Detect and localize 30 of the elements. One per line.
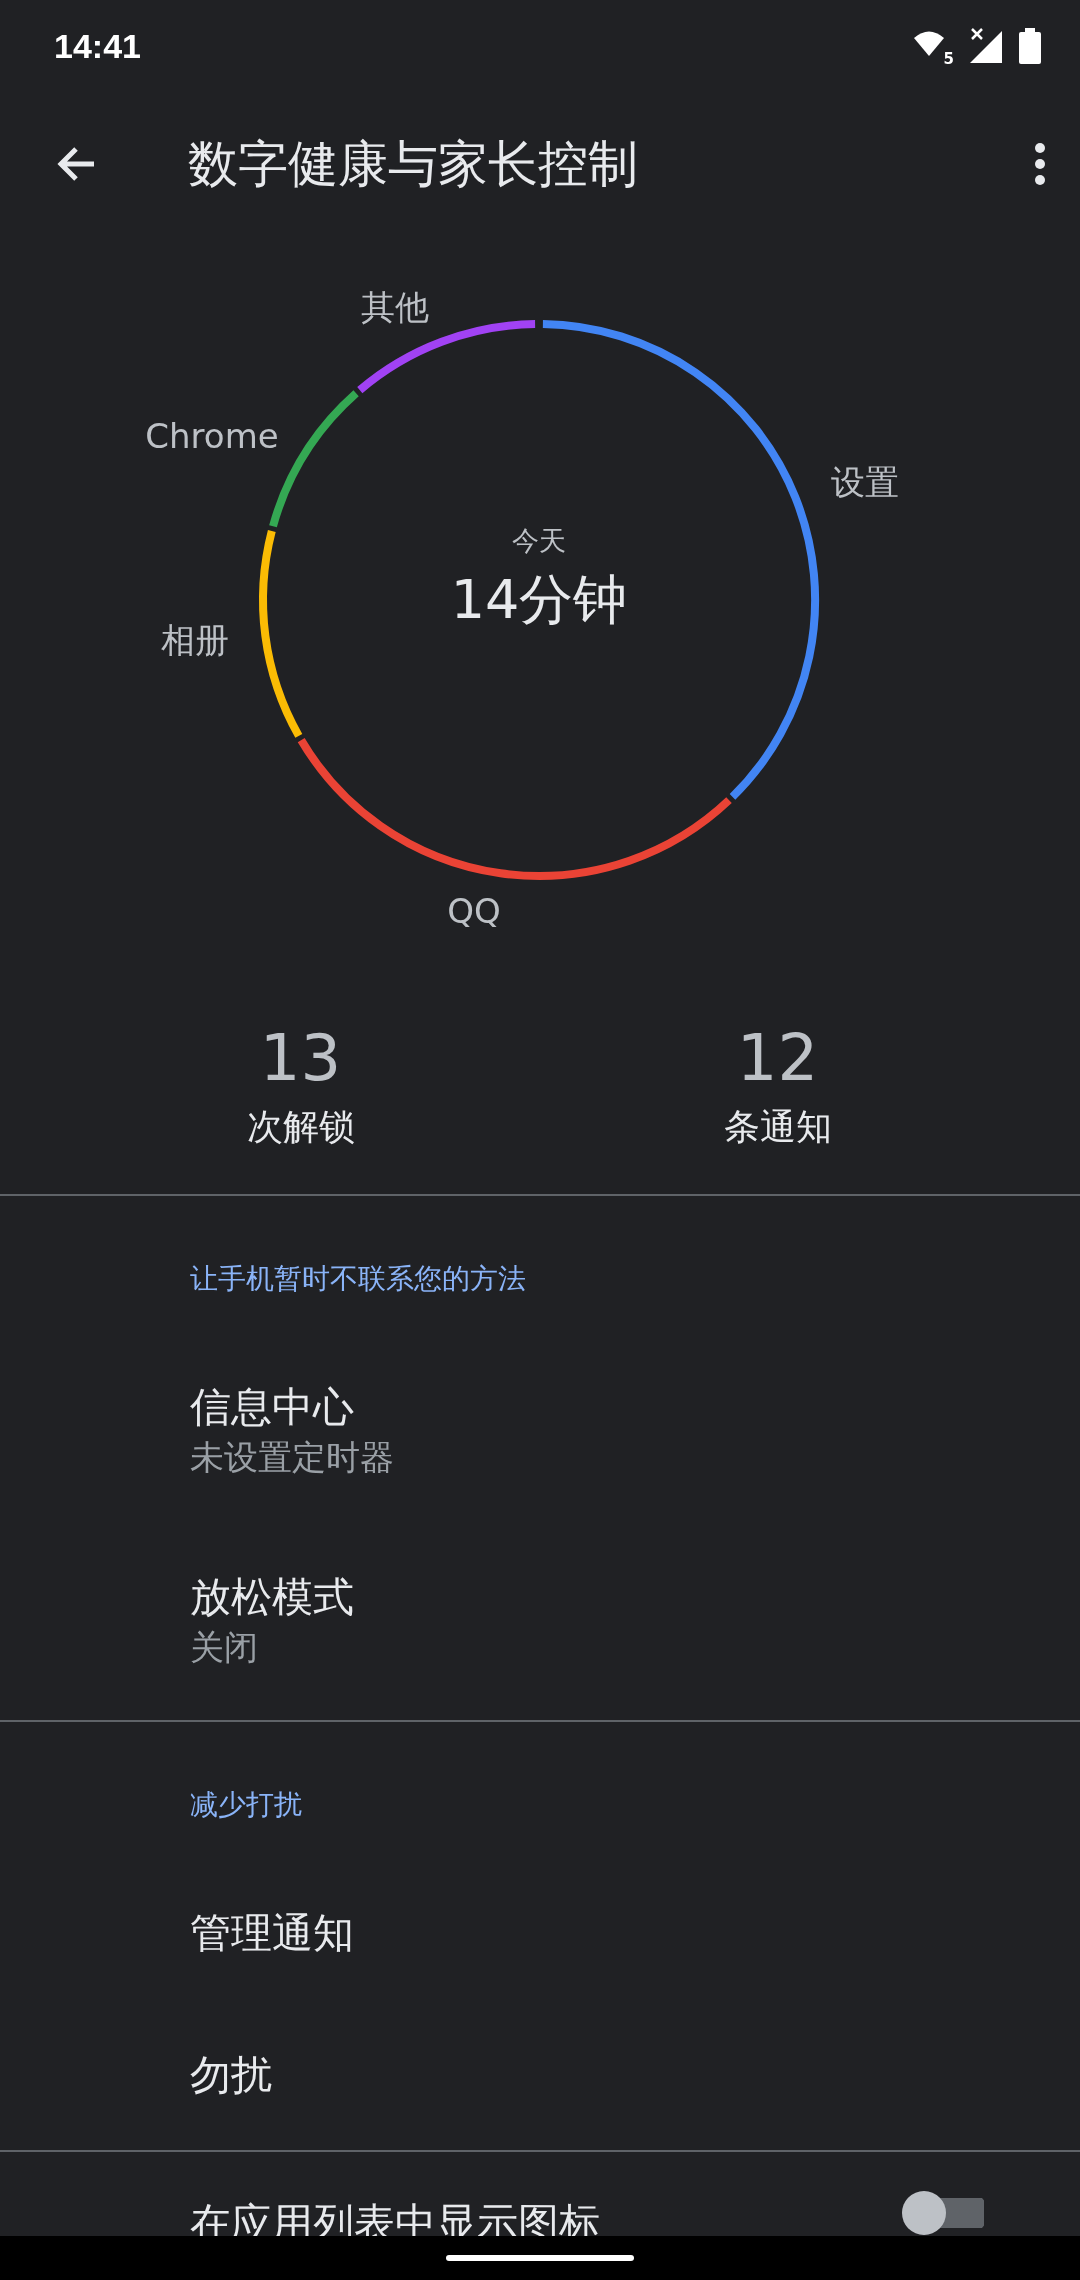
settings-item[interactable]: 勿扰 xyxy=(0,2004,1080,2146)
item-title: 放松模式 xyxy=(190,1572,354,1623)
app-label: 相册 xyxy=(161,619,229,662)
section-header: 减少打扰 xyxy=(189,1787,303,1823)
item-title: 管理通知 xyxy=(190,1908,354,1959)
stat-value: 13 xyxy=(259,1020,342,1096)
screen-title: 数字健康与家长控制 xyxy=(188,133,639,195)
wifi-icon xyxy=(912,29,946,57)
status-time: 14:41 xyxy=(54,26,141,66)
wifi-standard-label: 5 xyxy=(943,52,954,67)
stat-value: 12 xyxy=(736,1020,819,1096)
item-subtitle: 未设置定时器 xyxy=(190,1436,394,1479)
day-caption: 今天 xyxy=(512,524,566,558)
more-options-icon xyxy=(1034,142,1046,186)
item-subtitle: 关闭 xyxy=(190,1626,259,1669)
stat-label: 次解锁 xyxy=(246,1105,355,1149)
screen-time-value: 14分钟 xyxy=(450,566,628,633)
settings-item[interactable]: 信息中心 未设置定时器 xyxy=(0,1336,1080,1526)
battery-icon xyxy=(1018,28,1042,64)
app-label: 设置 xyxy=(831,461,899,504)
section-header: 让手机暂时不联系您的方法 xyxy=(189,1261,527,1297)
home-handle[interactable] xyxy=(446,2255,634,2261)
settings-item[interactable]: 管理通知 xyxy=(0,1862,1080,2004)
app-label: QQ xyxy=(447,891,501,931)
item-title: 勿扰 xyxy=(190,2050,272,2101)
item-title: 信息中心 xyxy=(190,1382,355,1433)
app-label: Chrome xyxy=(145,416,279,456)
stat-label: 条通知 xyxy=(723,1105,832,1149)
app-label: 其他 xyxy=(361,286,429,329)
settings-item[interactable]: 放松模式 关闭 xyxy=(0,1526,1080,1716)
